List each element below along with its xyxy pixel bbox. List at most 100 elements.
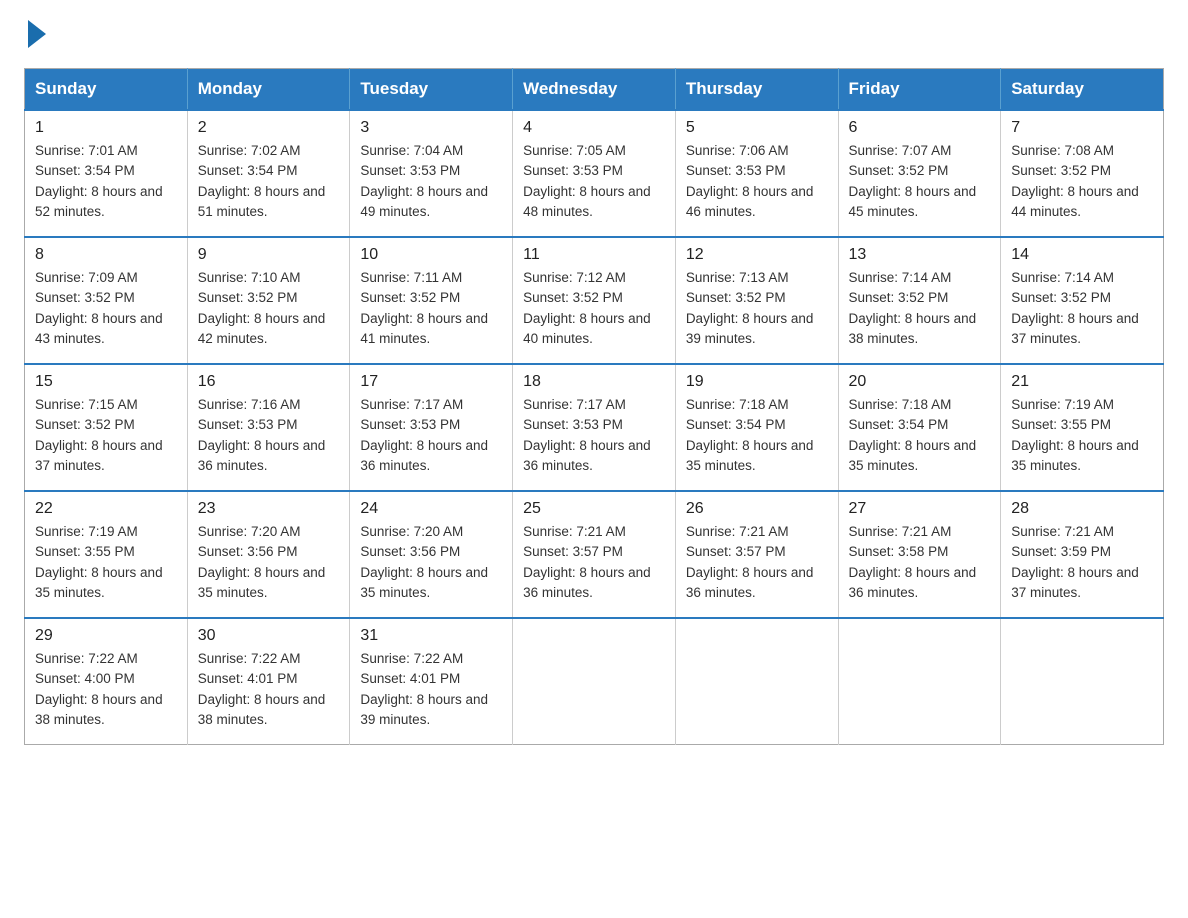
calendar-cell: 19 Sunrise: 7:18 AMSunset: 3:54 PMDaylig… (675, 364, 838, 491)
day-info: Sunrise: 7:10 AMSunset: 3:52 PMDaylight:… (198, 268, 340, 349)
day-info: Sunrise: 7:18 AMSunset: 3:54 PMDaylight:… (686, 395, 828, 476)
day-number: 9 (198, 246, 340, 264)
calendar-header-row: SundayMondayTuesdayWednesdayThursdayFrid… (25, 69, 1164, 111)
day-info: Sunrise: 7:09 AMSunset: 3:52 PMDaylight:… (35, 268, 177, 349)
logo-arrow-icon (28, 20, 46, 48)
calendar-table: SundayMondayTuesdayWednesdayThursdayFrid… (24, 68, 1164, 745)
day-number: 22 (35, 500, 177, 518)
calendar-week-row: 1 Sunrise: 7:01 AMSunset: 3:54 PMDayligh… (25, 110, 1164, 237)
calendar-cell: 14 Sunrise: 7:14 AMSunset: 3:52 PMDaylig… (1001, 237, 1164, 364)
day-info: Sunrise: 7:17 AMSunset: 3:53 PMDaylight:… (360, 395, 502, 476)
calendar-cell: 21 Sunrise: 7:19 AMSunset: 3:55 PMDaylig… (1001, 364, 1164, 491)
calendar-cell: 27 Sunrise: 7:21 AMSunset: 3:58 PMDaylig… (838, 491, 1001, 618)
day-info: Sunrise: 7:16 AMSunset: 3:53 PMDaylight:… (198, 395, 340, 476)
calendar-cell: 18 Sunrise: 7:17 AMSunset: 3:53 PMDaylig… (513, 364, 676, 491)
calendar-cell: 28 Sunrise: 7:21 AMSunset: 3:59 PMDaylig… (1001, 491, 1164, 618)
calendar-cell: 12 Sunrise: 7:13 AMSunset: 3:52 PMDaylig… (675, 237, 838, 364)
calendar-cell (838, 618, 1001, 745)
calendar-week-row: 22 Sunrise: 7:19 AMSunset: 3:55 PMDaylig… (25, 491, 1164, 618)
logo (24, 24, 46, 48)
day-number: 29 (35, 627, 177, 645)
day-info: Sunrise: 7:11 AMSunset: 3:52 PMDaylight:… (360, 268, 502, 349)
calendar-cell: 10 Sunrise: 7:11 AMSunset: 3:52 PMDaylig… (350, 237, 513, 364)
day-number: 3 (360, 119, 502, 137)
day-info: Sunrise: 7:04 AMSunset: 3:53 PMDaylight:… (360, 141, 502, 222)
day-info: Sunrise: 7:22 AMSunset: 4:01 PMDaylight:… (360, 649, 502, 730)
day-number: 19 (686, 373, 828, 391)
day-number: 21 (1011, 373, 1153, 391)
day-number: 26 (686, 500, 828, 518)
day-number: 10 (360, 246, 502, 264)
calendar-cell: 3 Sunrise: 7:04 AMSunset: 3:53 PMDayligh… (350, 110, 513, 237)
day-number: 17 (360, 373, 502, 391)
day-number: 5 (686, 119, 828, 137)
calendar-week-row: 29 Sunrise: 7:22 AMSunset: 4:00 PMDaylig… (25, 618, 1164, 745)
day-info: Sunrise: 7:02 AMSunset: 3:54 PMDaylight:… (198, 141, 340, 222)
day-info: Sunrise: 7:13 AMSunset: 3:52 PMDaylight:… (686, 268, 828, 349)
day-number: 4 (523, 119, 665, 137)
calendar-cell: 7 Sunrise: 7:08 AMSunset: 3:52 PMDayligh… (1001, 110, 1164, 237)
day-info: Sunrise: 7:18 AMSunset: 3:54 PMDaylight:… (849, 395, 991, 476)
calendar-cell: 24 Sunrise: 7:20 AMSunset: 3:56 PMDaylig… (350, 491, 513, 618)
calendar-cell: 6 Sunrise: 7:07 AMSunset: 3:52 PMDayligh… (838, 110, 1001, 237)
calendar-cell: 23 Sunrise: 7:20 AMSunset: 3:56 PMDaylig… (187, 491, 350, 618)
calendar-week-row: 15 Sunrise: 7:15 AMSunset: 3:52 PMDaylig… (25, 364, 1164, 491)
day-number: 8 (35, 246, 177, 264)
day-number: 18 (523, 373, 665, 391)
calendar-header-friday: Friday (838, 69, 1001, 111)
calendar-cell: 16 Sunrise: 7:16 AMSunset: 3:53 PMDaylig… (187, 364, 350, 491)
day-number: 30 (198, 627, 340, 645)
calendar-cell (675, 618, 838, 745)
calendar-cell: 1 Sunrise: 7:01 AMSunset: 3:54 PMDayligh… (25, 110, 188, 237)
day-number: 27 (849, 500, 991, 518)
day-info: Sunrise: 7:14 AMSunset: 3:52 PMDaylight:… (849, 268, 991, 349)
calendar-header-sunday: Sunday (25, 69, 188, 111)
calendar-cell: 4 Sunrise: 7:05 AMSunset: 3:53 PMDayligh… (513, 110, 676, 237)
day-number: 15 (35, 373, 177, 391)
calendar-cell: 29 Sunrise: 7:22 AMSunset: 4:00 PMDaylig… (25, 618, 188, 745)
calendar-header-tuesday: Tuesday (350, 69, 513, 111)
calendar-cell: 15 Sunrise: 7:15 AMSunset: 3:52 PMDaylig… (25, 364, 188, 491)
day-number: 7 (1011, 119, 1153, 137)
calendar-cell: 25 Sunrise: 7:21 AMSunset: 3:57 PMDaylig… (513, 491, 676, 618)
day-info: Sunrise: 7:20 AMSunset: 3:56 PMDaylight:… (198, 522, 340, 603)
day-number: 28 (1011, 500, 1153, 518)
day-number: 24 (360, 500, 502, 518)
calendar-cell: 2 Sunrise: 7:02 AMSunset: 3:54 PMDayligh… (187, 110, 350, 237)
day-number: 6 (849, 119, 991, 137)
day-info: Sunrise: 7:01 AMSunset: 3:54 PMDaylight:… (35, 141, 177, 222)
calendar-cell: 17 Sunrise: 7:17 AMSunset: 3:53 PMDaylig… (350, 364, 513, 491)
calendar-cell: 30 Sunrise: 7:22 AMSunset: 4:01 PMDaylig… (187, 618, 350, 745)
day-info: Sunrise: 7:17 AMSunset: 3:53 PMDaylight:… (523, 395, 665, 476)
day-info: Sunrise: 7:21 AMSunset: 3:59 PMDaylight:… (1011, 522, 1153, 603)
calendar-cell: 26 Sunrise: 7:21 AMSunset: 3:57 PMDaylig… (675, 491, 838, 618)
day-number: 16 (198, 373, 340, 391)
calendar-cell (513, 618, 676, 745)
day-info: Sunrise: 7:08 AMSunset: 3:52 PMDaylight:… (1011, 141, 1153, 222)
calendar-cell (1001, 618, 1164, 745)
calendar-cell: 8 Sunrise: 7:09 AMSunset: 3:52 PMDayligh… (25, 237, 188, 364)
day-number: 1 (35, 119, 177, 137)
calendar-header-wednesday: Wednesday (513, 69, 676, 111)
calendar-cell: 13 Sunrise: 7:14 AMSunset: 3:52 PMDaylig… (838, 237, 1001, 364)
day-info: Sunrise: 7:05 AMSunset: 3:53 PMDaylight:… (523, 141, 665, 222)
day-info: Sunrise: 7:20 AMSunset: 3:56 PMDaylight:… (360, 522, 502, 603)
calendar-cell: 20 Sunrise: 7:18 AMSunset: 3:54 PMDaylig… (838, 364, 1001, 491)
day-info: Sunrise: 7:07 AMSunset: 3:52 PMDaylight:… (849, 141, 991, 222)
day-info: Sunrise: 7:22 AMSunset: 4:01 PMDaylight:… (198, 649, 340, 730)
day-info: Sunrise: 7:21 AMSunset: 3:58 PMDaylight:… (849, 522, 991, 603)
day-number: 25 (523, 500, 665, 518)
calendar-header-thursday: Thursday (675, 69, 838, 111)
day-info: Sunrise: 7:21 AMSunset: 3:57 PMDaylight:… (686, 522, 828, 603)
calendar-header-monday: Monday (187, 69, 350, 111)
calendar-week-row: 8 Sunrise: 7:09 AMSunset: 3:52 PMDayligh… (25, 237, 1164, 364)
day-info: Sunrise: 7:21 AMSunset: 3:57 PMDaylight:… (523, 522, 665, 603)
day-number: 23 (198, 500, 340, 518)
calendar-cell: 5 Sunrise: 7:06 AMSunset: 3:53 PMDayligh… (675, 110, 838, 237)
day-number: 31 (360, 627, 502, 645)
page-header (24, 24, 1164, 48)
day-info: Sunrise: 7:14 AMSunset: 3:52 PMDaylight:… (1011, 268, 1153, 349)
day-number: 2 (198, 119, 340, 137)
day-info: Sunrise: 7:19 AMSunset: 3:55 PMDaylight:… (1011, 395, 1153, 476)
calendar-cell: 11 Sunrise: 7:12 AMSunset: 3:52 PMDaylig… (513, 237, 676, 364)
